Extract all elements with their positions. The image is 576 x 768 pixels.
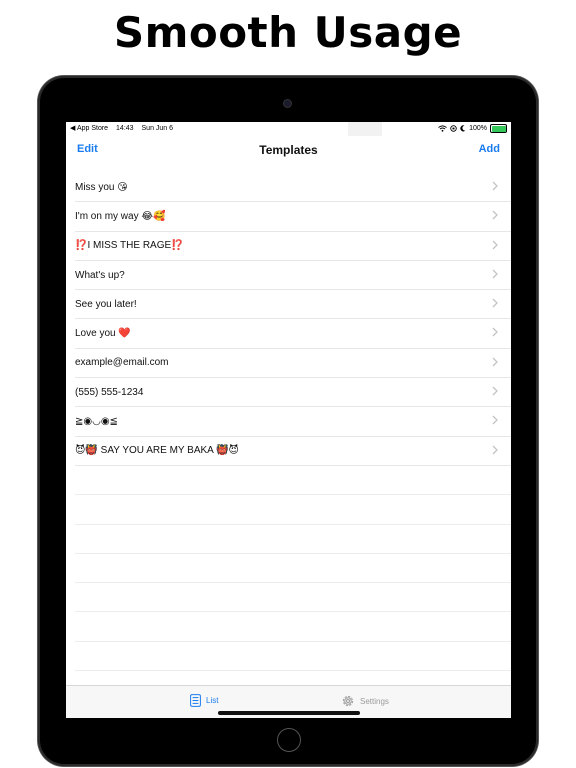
front-camera: [284, 100, 291, 107]
empty-row: [75, 642, 511, 672]
status-bar: ◀ App Store 14:43 Sun Jun 6 100%: [66, 122, 511, 136]
multitasking-handle[interactable]: [348, 122, 382, 136]
tab-settings[interactable]: Settings: [341, 694, 389, 708]
empty-row: [75, 525, 511, 554]
chevron-right-icon: [492, 386, 498, 396]
status-right: 100%: [438, 124, 507, 133]
battery-icon: [490, 124, 507, 133]
chevron-right-icon: [492, 415, 498, 425]
page-title: Templates: [259, 143, 318, 157]
tab-list[interactable]: List: [190, 694, 218, 707]
back-to-app-link[interactable]: ◀ App Store: [70, 125, 108, 132]
template-row[interactable]: See you later!: [75, 290, 511, 320]
chevron-right-icon: [492, 298, 498, 308]
empty-row: [75, 612, 511, 642]
chevron-right-icon: [492, 210, 498, 220]
template-row[interactable]: example@email.com: [75, 349, 511, 379]
empty-row: [75, 495, 511, 525]
template-row[interactable]: ≧◉◡◉≦: [75, 407, 511, 437]
home-indicator[interactable]: [218, 711, 360, 715]
template-row[interactable]: Love you ❤️: [75, 319, 511, 349]
chevron-right-icon: [492, 445, 498, 455]
template-text: What's up?: [75, 269, 125, 281]
tab-list-label: List: [206, 696, 219, 705]
template-row[interactable]: ⁉️I MISS THE RAGE⁉️: [75, 232, 511, 261]
template-text: example@email.com: [75, 357, 169, 369]
battery-percent: 100%: [469, 125, 487, 132]
chevron-right-icon: [492, 269, 498, 279]
template-text: ≧◉◡◉≦: [75, 416, 118, 428]
status-time: 14:43: [116, 125, 134, 132]
empty-row: [75, 466, 511, 496]
navigation-bar: Edit Templates Add: [66, 136, 511, 166]
template-text: Miss you 😘: [75, 181, 128, 193]
wifi-icon: [438, 125, 447, 132]
template-row[interactable]: (555) 555-1234: [75, 378, 511, 408]
add-button[interactable]: Add: [479, 143, 500, 155]
moon-icon: [460, 125, 466, 132]
app-screen: ◀ App Store 14:43 Sun Jun 6 100% Edit Te…: [66, 122, 511, 718]
empty-row: [75, 554, 511, 584]
template-row[interactable]: 😈👹 SAY YOU ARE MY BAKA 👹😈: [75, 437, 511, 466]
chevron-right-icon: [492, 181, 498, 191]
template-text: (555) 555-1234: [75, 386, 144, 398]
chevron-right-icon: [492, 240, 498, 250]
template-text: ⁉️I MISS THE RAGE⁉️: [75, 240, 184, 252]
list-icon: [190, 694, 201, 707]
rotation-lock-icon: [450, 125, 457, 132]
empty-row: [75, 583, 511, 613]
template-text: I'm on my way 😂🥰: [75, 210, 166, 222]
template-row[interactable]: Miss you 😘: [75, 173, 511, 203]
headline: Smooth Usage: [113, 8, 463, 57]
template-row[interactable]: I'm on my way 😂🥰: [75, 202, 511, 232]
status-date: Sun Jun 6: [141, 125, 174, 132]
status-left: ◀ App Store 14:43 Sun Jun 6: [70, 124, 179, 132]
gear-icon: [342, 695, 354, 707]
template-text: 😈👹 SAY YOU ARE MY BAKA 👹😈: [75, 445, 239, 457]
template-row[interactable]: What's up?: [75, 261, 511, 291]
template-text: See you later!: [75, 298, 137, 310]
chevron-right-icon: [492, 357, 498, 367]
tab-settings-label: Settings: [360, 696, 389, 706]
chevron-right-icon: [492, 328, 498, 337]
template-text: Love you ❤️: [75, 328, 131, 340]
templates-list: Miss you 😘 I'm on my way 😂🥰 ⁉️I MISS THE…: [66, 173, 511, 701]
home-button[interactable]: [277, 728, 301, 752]
